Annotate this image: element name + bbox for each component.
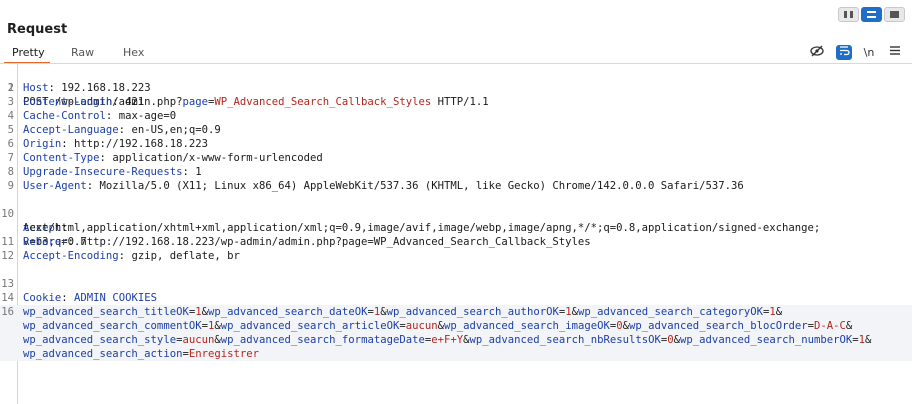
body-param-key: wp_advanced_search_authorOK xyxy=(386,306,559,318)
request-editor[interactable]: 1 POST /wp-admin/admin.php?page=WP_Advan… xyxy=(0,64,912,404)
body-line[interactable]: 16 wp_advanced_search_titleOK=1&wp_advanc… xyxy=(0,305,912,319)
header-value: en-US,en;q=0.9 xyxy=(131,124,221,136)
header-key: Accept-Language xyxy=(23,124,119,136)
body-param-key: wp_advanced_search_style xyxy=(23,334,177,346)
body-param-value: D-A-C xyxy=(814,320,846,332)
body-param-key: wp_advanced_search_articleOK xyxy=(220,320,400,332)
body-param-value: aucun xyxy=(182,334,215,346)
body-param-value: aucun xyxy=(405,320,438,332)
header-key: Upgrade-Insecure-Requests xyxy=(23,166,183,178)
header-value: Mozilla/5.0 (X11; Linux x86_64) AppleWeb… xyxy=(99,180,744,192)
body-param-value: 1 xyxy=(769,306,776,318)
header-line[interactable]: 11 Referer: http://192.168.18.223/wp-admi… xyxy=(0,235,912,249)
split-vertical-icon[interactable] xyxy=(861,7,882,22)
split-horizontal-icon[interactable] xyxy=(838,7,859,22)
header-line-cookie[interactable]: 13 Cookie: ADMIN COOKIES xyxy=(0,263,912,304)
body-param-key: wp_advanced_search_nbResultsOK xyxy=(469,334,661,346)
header-line-connection[interactable]: 14 Connection: keep-alive xyxy=(0,277,912,318)
header-value: http://192.168.18.223/wp-admin/admin.php… xyxy=(80,236,591,248)
body-param-value: 1 xyxy=(207,320,215,332)
body-param-key: wp_advanced_search_imageOK xyxy=(444,320,610,332)
header-key: Content-Length xyxy=(23,96,113,108)
header-line[interactable]: 5 Accept-Language: en-US,en;q=0.9 xyxy=(0,123,912,137)
header-key: Content-Type xyxy=(23,152,100,164)
header-line[interactable]: 7 Content-Type: application/x-www-form-ur… xyxy=(0,151,912,165)
request-line[interactable]: 1 POST /wp-admin/admin.php?page=WP_Advan… xyxy=(0,67,912,108)
panel-title: Request xyxy=(7,22,68,37)
body-line[interactable]: wp_advanced_search_style=aucun&wp_advanc… xyxy=(0,333,912,347)
header-value: 421 xyxy=(125,96,145,108)
body-param-value: e+F+Y xyxy=(431,334,464,346)
body-param-key: wp_advanced_search_action xyxy=(23,348,183,360)
header-value: 192.168.18.223 xyxy=(61,82,151,94)
header-line-accept-cont[interactable]: text/html,application/xhtml+xml,applicat… xyxy=(0,207,912,234)
header-value: 1 xyxy=(195,166,202,178)
blank-line[interactable]: 15 xyxy=(0,291,912,318)
eye-slash-icon[interactable] xyxy=(809,45,825,60)
body-param-key: wp_advanced_search_dateOK xyxy=(208,306,368,318)
body-param-value: 0 xyxy=(616,320,623,332)
header-line-accept-cont2[interactable]: v=b3;q=0.7 xyxy=(0,221,912,248)
body-param-key: wp_advanced_search_commentOK xyxy=(23,320,202,332)
body-param-value: Enregistrer xyxy=(188,348,260,360)
header-key: Cache-Control xyxy=(23,110,106,122)
header-line[interactable]: 3 Content-Length: 421 xyxy=(0,95,912,109)
header-line[interactable]: 4 Cache-Control: max-age=0 xyxy=(0,109,912,123)
body-param-value: 0 xyxy=(667,334,674,346)
body-param-key: wp_advanced_search_blocOrder xyxy=(629,320,808,332)
newline-toggle[interactable]: \n xyxy=(861,45,877,60)
body-param-value: 1 xyxy=(858,334,866,346)
header-line[interactable]: 2 Host: 192.168.18.223 xyxy=(0,81,912,95)
wrap-icon[interactable] xyxy=(836,45,852,60)
body-param-value: 1 xyxy=(195,306,202,318)
body-line[interactable]: wp_advanced_search_action=Enregistrer xyxy=(0,347,912,361)
header-value: application/x-www-form-urlencoded xyxy=(112,152,323,164)
header-line[interactable]: 9 User-Agent: Mozilla/5.0 (X11; Linux x86… xyxy=(0,179,912,193)
body-param-key: wp_advanced_search_titleOK xyxy=(23,306,189,318)
request-lines: 1 POST /wp-admin/admin.php?page=WP_Advan… xyxy=(0,67,912,361)
body-param-key: wp_advanced_search_formatageDate xyxy=(220,334,425,346)
header-line-accept[interactable]: 10 Accept: xyxy=(0,193,912,234)
layout-switcher xyxy=(838,7,905,22)
single-pane-icon[interactable] xyxy=(884,7,905,22)
body-param-value: 1 xyxy=(565,306,572,318)
panel-header: Request xyxy=(0,0,912,44)
header-value: gzip, deflate, br xyxy=(131,250,240,262)
header-key: Origin xyxy=(23,138,62,150)
header-key: Referer xyxy=(23,236,68,248)
body-line[interactable]: wp_advanced_search_commentOK=1&wp_advanc… xyxy=(0,319,912,333)
body-param-key: wp_advanced_search_categoryOK xyxy=(578,306,763,318)
hamburger-menu-icon[interactable] xyxy=(887,45,903,60)
header-line[interactable]: 12 Accept-Encoding: gzip, deflate, br xyxy=(0,249,912,263)
header-line[interactable]: 6 Origin: http://192.168.18.223 xyxy=(0,137,912,151)
editor-toolbar: \n xyxy=(0,44,912,62)
header-line[interactable]: 8 Upgrade-Insecure-Requests: 1 xyxy=(0,165,912,179)
header-value: http://192.168.18.223 xyxy=(74,138,208,150)
header-key: Host xyxy=(23,82,49,94)
header-key: User-Agent xyxy=(23,180,87,192)
header-value: max-age=0 xyxy=(118,110,177,122)
header-key: Accept-Encoding xyxy=(23,250,119,262)
body-param-value: 1 xyxy=(373,306,381,318)
body-param-key: wp_advanced_search_numberOK xyxy=(680,334,853,346)
